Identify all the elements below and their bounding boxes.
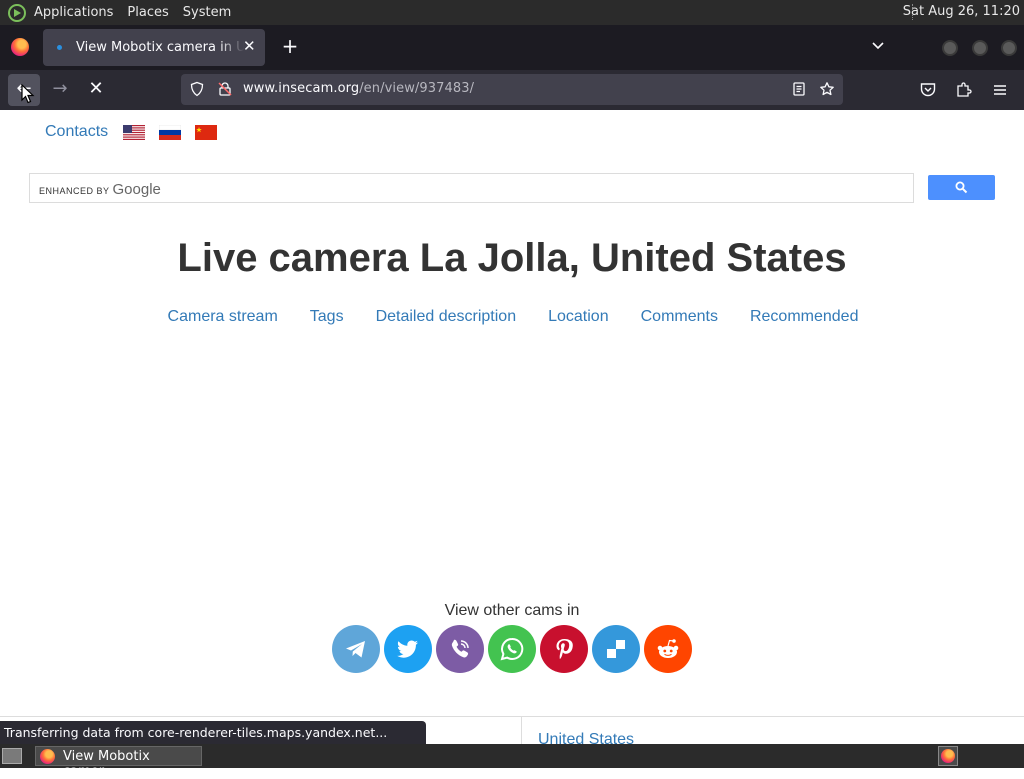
distro-logo-icon[interactable] xyxy=(8,3,26,22)
reddit-share-button[interactable] xyxy=(644,625,692,673)
twitter-share-button[interactable] xyxy=(384,625,432,673)
location-link[interactable]: Location xyxy=(548,308,609,326)
active-tab[interactable]: View Mobotix camera in United States ✕ xyxy=(43,29,265,66)
search-branding: ENHANCED BY Google xyxy=(39,181,161,199)
page-title: Live camera La Jolla, United States xyxy=(177,236,847,280)
applications-menu[interactable]: Applications xyxy=(34,5,113,20)
pocket-icon[interactable] xyxy=(919,81,937,99)
close-window-button[interactable] xyxy=(1001,40,1017,56)
view-other-cams-label: View other cams in xyxy=(444,602,580,619)
reddit-alien-icon xyxy=(657,639,679,658)
taskbar-window-firefox[interactable]: View Mobotix camer... xyxy=(35,746,202,779)
tags-link[interactable]: Tags xyxy=(310,308,344,326)
tab-close-icon[interactable]: ✕ xyxy=(243,37,257,55)
viber-phone-icon xyxy=(451,639,469,658)
firefox-icon xyxy=(40,749,55,764)
pinterest-share-button[interactable] xyxy=(540,625,588,673)
workspace-switcher[interactable] xyxy=(938,746,958,766)
search-brand-name: Google xyxy=(112,181,161,198)
camera-stream-link[interactable]: Camera stream xyxy=(168,308,278,326)
tab-loading-icon xyxy=(57,45,62,50)
twitter-bird-icon xyxy=(397,640,418,658)
app-menu-hamburger-icon[interactable] xyxy=(991,81,1009,99)
search-brand-prefix: ENHANCED BY xyxy=(39,186,110,196)
taskbar-window-label: View Mobotix camer... xyxy=(63,749,150,779)
maximize-window-button[interactable] xyxy=(972,40,988,56)
delicious-icon xyxy=(607,640,625,658)
panel-clock[interactable]: Sat Aug 26, 11:20 xyxy=(903,4,1020,19)
ru-flag-icon[interactable] xyxy=(159,125,181,140)
status-bar: Transferring data from core-renderer-til… xyxy=(0,721,426,744)
extensions-puzzle-icon[interactable] xyxy=(955,81,973,99)
search-icon xyxy=(955,181,968,194)
show-desktop-icon[interactable] xyxy=(2,748,22,764)
system-menu[interactable]: System xyxy=(183,5,231,20)
address-bar[interactable]: www.insecam.org/en/view/937483/ xyxy=(181,74,843,105)
places-menu[interactable]: Places xyxy=(127,5,168,20)
comments-link[interactable]: Comments xyxy=(641,308,718,326)
cn-flag-icon[interactable] xyxy=(195,125,217,140)
pinterest-icon xyxy=(556,639,573,659)
tab-strip: View Mobotix camera in United States ✕ + xyxy=(0,25,1024,70)
navigation-toolbar: ← → ✕ www.insecam.org/en/view/937483/ xyxy=(0,70,1024,110)
insecure-lock-icon[interactable] xyxy=(217,81,233,97)
search-input[interactable]: ENHANCED BY Google xyxy=(29,173,914,203)
viber-share-button[interactable] xyxy=(436,625,484,673)
new-tab-button[interactable]: + xyxy=(280,34,300,58)
bookmark-star-icon[interactable] xyxy=(819,81,835,97)
delicious-share-button[interactable] xyxy=(592,625,640,673)
url-host: www.insecam.org xyxy=(243,81,360,96)
stop-loading-button[interactable]: ✕ xyxy=(80,74,112,106)
taskbar: View Mobotix camer... xyxy=(0,744,1024,779)
column-divider xyxy=(521,717,522,744)
country-link[interactable]: United States xyxy=(538,731,634,744)
reader-view-icon[interactable] xyxy=(791,81,807,97)
mouse-cursor-icon xyxy=(21,84,35,104)
firefox-view-icon[interactable] xyxy=(11,38,29,56)
contacts-link[interactable]: Contacts xyxy=(45,123,108,141)
url-text[interactable]: www.insecam.org/en/view/937483/ xyxy=(243,81,474,96)
top-panel: Applications Places System Sat Aug 26, 1… xyxy=(0,0,1024,25)
whatsapp-share-button[interactable] xyxy=(488,625,536,673)
share-buttons xyxy=(332,625,692,673)
minimize-window-button[interactable] xyxy=(942,40,958,56)
section-nav: Camera stream Tags Detailed description … xyxy=(0,308,1024,326)
url-path: /en/view/937483/ xyxy=(359,81,475,96)
whatsapp-icon xyxy=(500,637,524,661)
tracking-protection-shield-icon[interactable] xyxy=(189,81,205,97)
tab-title: View Mobotix camera in United States xyxy=(76,40,244,55)
us-flag-icon[interactable] xyxy=(123,125,145,140)
page-content: Contacts ENHANCED BY Google Live camera L… xyxy=(0,110,1024,718)
list-all-tabs-icon[interactable] xyxy=(870,38,886,54)
detailed-description-link[interactable]: Detailed description xyxy=(376,308,517,326)
search-button[interactable] xyxy=(928,175,995,200)
telegram-share-button[interactable] xyxy=(332,625,380,673)
firefox-tray-icon xyxy=(941,749,955,763)
forward-button[interactable]: → xyxy=(44,74,76,106)
recommended-link[interactable]: Recommended xyxy=(750,308,859,326)
telegram-icon xyxy=(346,641,365,658)
